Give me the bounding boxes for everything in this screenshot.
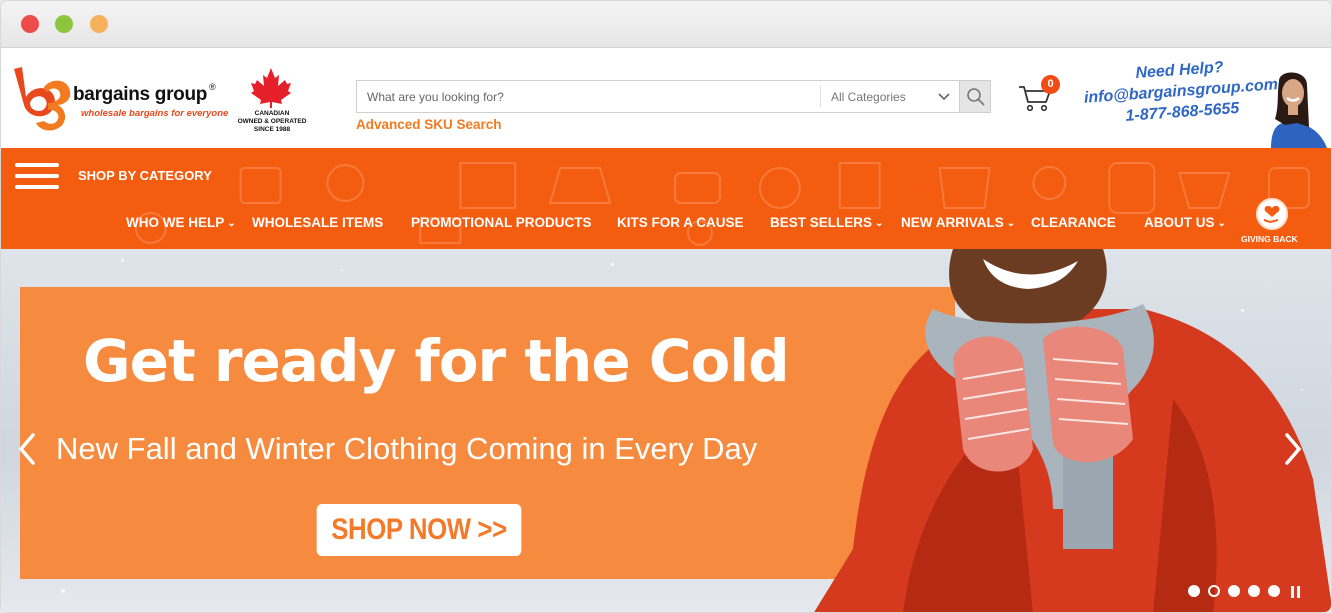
hero-subheadline: New Fall and Winter Clothing Coming in E… <box>56 431 758 466</box>
heart-hand-icon <box>1263 205 1280 224</box>
hero-model-image <box>814 249 1331 612</box>
brand-name[interactable]: bargains group ® <box>73 82 216 106</box>
search-bar: All Categories <box>356 80 991 113</box>
close-window-button[interactable] <box>21 15 39 33</box>
badge-line-2: OWNED & OPERATED <box>237 118 307 125</box>
nav-item-kits-for-a-cause[interactable]: KITS FOR A CAUSE <box>617 215 744 230</box>
nav-item-best-sellers[interactable]: BEST SELLERS ⌄ <box>770 215 883 230</box>
carousel-dot-5[interactable] <box>1268 585 1280 597</box>
carousel-dot-1[interactable] <box>1188 585 1200 597</box>
category-pattern-background <box>134 162 1311 246</box>
main-navigation <box>1 148 1331 249</box>
canadian-owned-badge: CANADIAN OWNED & OPERATED SINCE 1988 <box>229 110 315 134</box>
bargains-group-logo-icon[interactable] <box>8 63 74 135</box>
maple-leaf-icon <box>251 68 291 108</box>
maximize-window-button[interactable] <box>55 15 73 33</box>
shop-by-category-button[interactable]: SHOP BY CATEGORY <box>78 168 212 183</box>
carousel-dot-2[interactable] <box>1208 585 1220 597</box>
carousel-next-arrow-icon[interactable] <box>1281 429 1305 469</box>
carousel-dot-4[interactable] <box>1248 585 1260 597</box>
support-agent-avatar <box>1271 72 1327 148</box>
nav-item-about-us[interactable]: ABOUT US ⌄ <box>1144 215 1226 230</box>
nav-item-wholesale-items[interactable]: WHOLESALE ITEMS <box>252 215 383 230</box>
chevron-down-icon: ⌄ <box>1006 218 1016 229</box>
nav-item-who-we-help[interactable]: WHO WE HELP ⌄ <box>126 215 236 230</box>
nav-item-new-arrivals[interactable]: NEW ARRIVALS ⌄ <box>901 215 1015 230</box>
carousel-prev-arrow-icon[interactable] <box>15 429 39 469</box>
browser-titlebar <box>1 1 1331 48</box>
brand-tagline: wholesale bargains for everyone <box>81 108 229 119</box>
browser-window: bargains group ® wholesale bargains for e… <box>0 0 1332 613</box>
carousel-pause-icon[interactable] <box>1291 586 1301 598</box>
badge-line-1: CANADIAN <box>254 110 290 117</box>
chevron-down-icon[interactable] <box>937 89 951 103</box>
search-button[interactable] <box>959 81 990 112</box>
chevron-down-icon: ⌄ <box>875 218 884 229</box>
giving-back-link[interactable]: GIVING BACK <box>1241 234 1298 244</box>
chevron-down-icon: ⌄ <box>227 218 236 229</box>
badge-line-3: SINCE 1988 <box>253 126 291 133</box>
search-input[interactable] <box>357 81 820 112</box>
category-select[interactable]: All Categories <box>831 90 906 104</box>
search-divider <box>820 86 821 107</box>
advanced-sku-search-link[interactable]: Advanced SKU Search <box>356 117 502 132</box>
search-icon <box>967 88 985 106</box>
minimize-window-button[interactable] <box>90 15 108 33</box>
hamburger-menu-icon[interactable] <box>15 163 59 189</box>
giving-back-icon[interactable] <box>1256 198 1288 230</box>
nav-item-clearance[interactable]: CLEARANCE <box>1031 215 1116 230</box>
cart-count-badge[interactable]: 0 <box>1041 75 1060 94</box>
shop-now-button[interactable]: SHOP NOW >> <box>316 504 522 556</box>
hero-headline: Get ready for the Cold <box>83 327 790 395</box>
chevron-down-icon: ⌄ <box>1217 218 1226 229</box>
carousel-dot-3[interactable] <box>1228 585 1240 597</box>
nav-item-promotional-products[interactable]: PROMOTIONAL PRODUCTS <box>411 215 592 230</box>
